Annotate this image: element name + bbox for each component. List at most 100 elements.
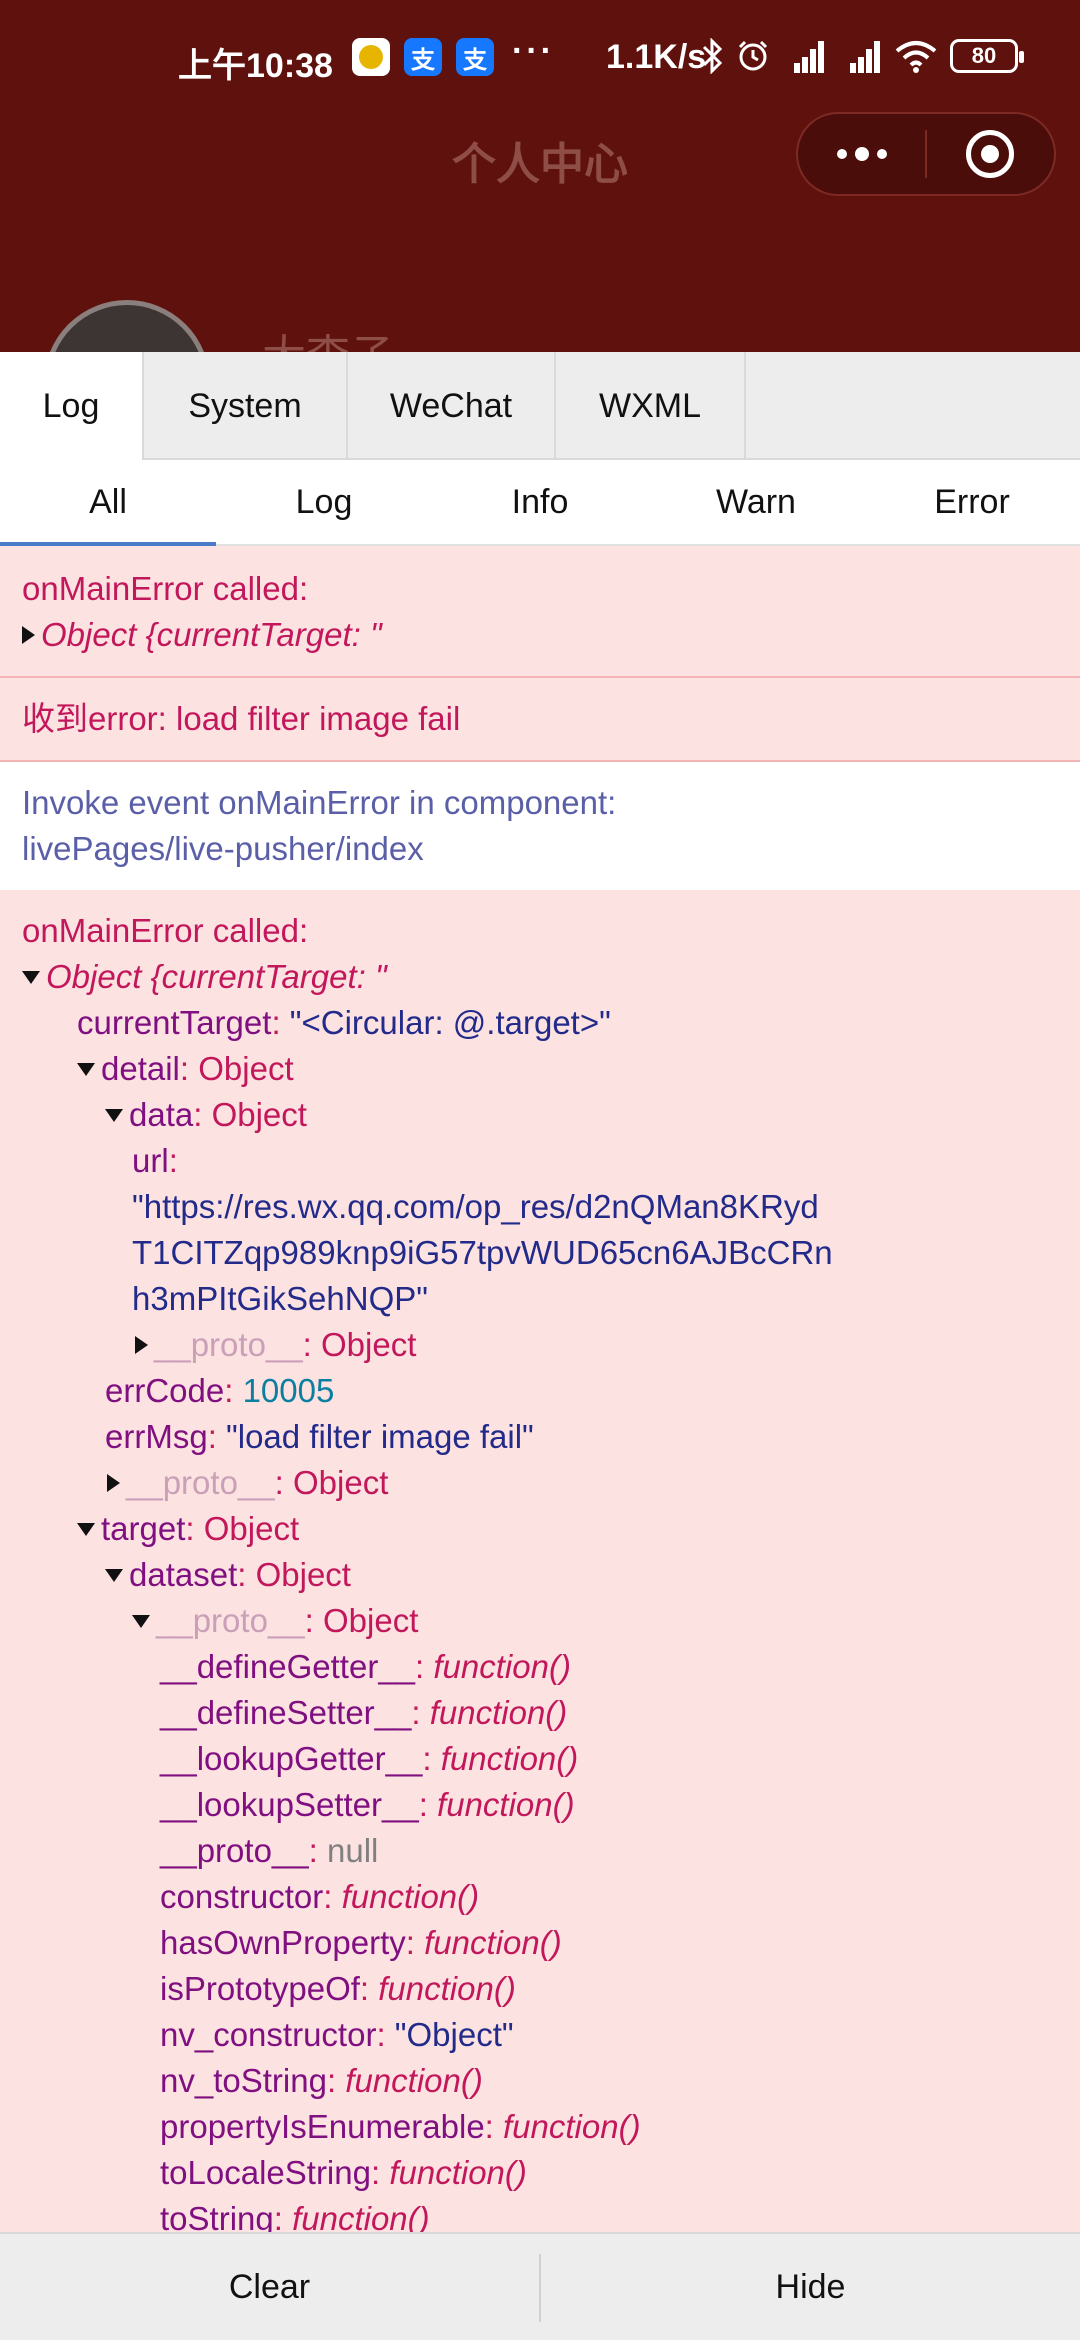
log-message: onMainError called: bbox=[22, 570, 309, 607]
object-preview: Object {currentTarget: " bbox=[46, 958, 387, 995]
prop-key: nv_toString bbox=[160, 2062, 327, 2099]
tree-node-toggle[interactable]: detail: Object bbox=[22, 1046, 1058, 1092]
expand-caret-icon bbox=[22, 626, 35, 644]
log-message: livePages/live-pusher/index bbox=[22, 830, 424, 867]
object-toggle[interactable]: Object {currentTarget: " bbox=[22, 954, 1058, 1000]
prop-key: data bbox=[129, 1096, 194, 1133]
prop-key: __proto__ bbox=[160, 1832, 309, 1869]
tab-wechat[interactable]: WeChat bbox=[348, 352, 556, 460]
prop-value: function() bbox=[424, 1924, 562, 1961]
prop-value: T1CITZqp989knp9iG57tpvWUD65cn6AJBcCRn bbox=[132, 1234, 833, 1271]
prop-value: function() bbox=[433, 1648, 571, 1685]
tree-node: isPrototypeOf: function() bbox=[160, 1970, 516, 2007]
tab-system[interactable]: System bbox=[144, 352, 348, 460]
tree-node-toggle[interactable]: dataset: Object bbox=[22, 1552, 1058, 1598]
tree-node: url: bbox=[132, 1142, 178, 1179]
prop-value: function() bbox=[378, 1970, 516, 2007]
prop-value: 10005 bbox=[242, 1372, 335, 1409]
prop-key: __defineGetter__ bbox=[160, 1648, 416, 1685]
prop-key: hasOwnProperty bbox=[160, 1924, 406, 1961]
tree-node: errMsg: "load filter image fail" bbox=[105, 1418, 534, 1455]
avatar[interactable] bbox=[44, 300, 210, 352]
prop-value: function() bbox=[503, 2108, 641, 2145]
filter-error[interactable]: Error bbox=[864, 460, 1080, 544]
prop-key: dataset bbox=[129, 1556, 238, 1593]
prop-key: isPrototypeOf bbox=[160, 1970, 360, 2007]
prop-key: toString bbox=[160, 2200, 274, 2232]
prop-key: __proto__ bbox=[154, 1326, 303, 1363]
log-list[interactable]: onMainError called: Object {currentTarge… bbox=[0, 548, 1080, 2232]
status-time: 上午10:38 bbox=[178, 47, 333, 85]
mini-program-capsule bbox=[796, 112, 1056, 196]
prop-key: errCode bbox=[105, 1372, 225, 1409]
alipay-icon: 支 bbox=[404, 38, 442, 76]
prop-value: function() bbox=[341, 1878, 480, 1915]
tree-node: constructor: function() bbox=[160, 1878, 480, 1915]
clear-button[interactable]: Clear bbox=[0, 2234, 539, 2340]
tree-node-toggle[interactable]: __proto__: Object bbox=[22, 1322, 1058, 1368]
object-toggle[interactable]: Object {currentTarget: " bbox=[22, 612, 1058, 658]
tree-node: toString: function() bbox=[22, 2196, 1058, 2232]
tree-node: propertyIsEnumerable: function() bbox=[160, 2108, 641, 2145]
tree-node: nv_constructor: "Object" bbox=[160, 2016, 514, 2053]
tree-node-toggle[interactable]: __proto__: Object bbox=[22, 1460, 1058, 1506]
prop-value: Object bbox=[255, 1556, 351, 1593]
target-close-icon bbox=[966, 130, 1015, 178]
prop-key: constructor bbox=[160, 1878, 324, 1915]
prop-key: currentTarget bbox=[77, 1004, 272, 1041]
filter-all[interactable]: All bbox=[0, 460, 216, 546]
collapse-caret-icon bbox=[132, 1615, 150, 1628]
network-speed: 1.1K/s bbox=[606, 38, 707, 76]
proto-members-list: __defineGetter__: function() __defineSett… bbox=[22, 1644, 1058, 2232]
prop-value: function() bbox=[292, 2200, 430, 2232]
app-header-area: 上午10:38 支 支 ··· 1.1K/s 80 个人中心 bbox=[0, 0, 1080, 352]
collapse-caret-icon bbox=[77, 1063, 95, 1076]
tree-node: __proto__: null bbox=[160, 1832, 379, 1869]
collapse-caret-icon bbox=[77, 1523, 95, 1536]
prop-key: toLocaleString bbox=[160, 2154, 371, 2191]
expand-caret-icon bbox=[107, 1474, 120, 1492]
more-menu-button[interactable] bbox=[798, 112, 925, 196]
prop-key: propertyIsEnumerable bbox=[160, 2108, 485, 2145]
filter-log[interactable]: Log bbox=[216, 460, 432, 544]
collapse-caret-icon bbox=[105, 1109, 123, 1122]
tree-node: toLocaleString: function() bbox=[160, 2154, 527, 2191]
prop-key: detail bbox=[101, 1050, 180, 1087]
tree-node-toggle[interactable]: target: Object bbox=[22, 1506, 1058, 1552]
notification-icons: 支 支 bbox=[352, 38, 494, 76]
prop-value: Object bbox=[320, 1326, 417, 1363]
tab-wxml[interactable]: WXML bbox=[556, 352, 746, 460]
filter-warn[interactable]: Warn bbox=[648, 460, 864, 544]
prop-key: url bbox=[132, 1142, 169, 1179]
prop-value: function() bbox=[389, 2154, 527, 2191]
tree-node: __defineGetter__: function() bbox=[160, 1648, 571, 1685]
hide-button[interactable]: Hide bbox=[541, 2234, 1080, 2340]
user-name: 大李子 bbox=[262, 320, 394, 352]
collapse-caret-icon bbox=[22, 971, 40, 984]
prop-key: nv_constructor bbox=[160, 2016, 377, 2053]
prop-value: Object bbox=[211, 1096, 307, 1133]
expand-caret-icon bbox=[135, 1336, 148, 1354]
tree-node: nv_toString: function() bbox=[160, 2062, 483, 2099]
log-filter-tabs: All Log Info Warn Error bbox=[0, 460, 1080, 546]
object-preview: Object {currentTarget: " bbox=[41, 616, 382, 653]
prop-value: null bbox=[326, 1832, 379, 1869]
tab-log[interactable]: Log bbox=[0, 352, 144, 460]
system-icons: 80 bbox=[702, 34, 1024, 78]
prop-value: "Object" bbox=[394, 2016, 514, 2053]
close-mini-program-button[interactable] bbox=[927, 112, 1054, 196]
lemon-app-icon bbox=[352, 38, 390, 76]
tree-node: __defineSetter__: function() bbox=[160, 1694, 568, 1731]
prop-key: __proto__ bbox=[156, 1602, 305, 1639]
alipay-icon: 支 bbox=[456, 38, 494, 76]
prop-key: target bbox=[101, 1510, 186, 1547]
tree-node-toggle[interactable]: data: Object bbox=[22, 1092, 1058, 1138]
prop-value: h3mPItGikSehNQP" bbox=[132, 1280, 428, 1317]
dot-icon bbox=[876, 149, 887, 159]
prop-key: errMsg bbox=[105, 1418, 208, 1455]
filter-info[interactable]: Info bbox=[432, 460, 648, 544]
prop-value: function() bbox=[440, 1740, 579, 1777]
log-message: 收到error: load filter image fail bbox=[22, 700, 461, 737]
prop-key: __defineSetter__ bbox=[160, 1694, 412, 1731]
tree-node-toggle[interactable]: __proto__: Object bbox=[22, 1598, 1058, 1644]
